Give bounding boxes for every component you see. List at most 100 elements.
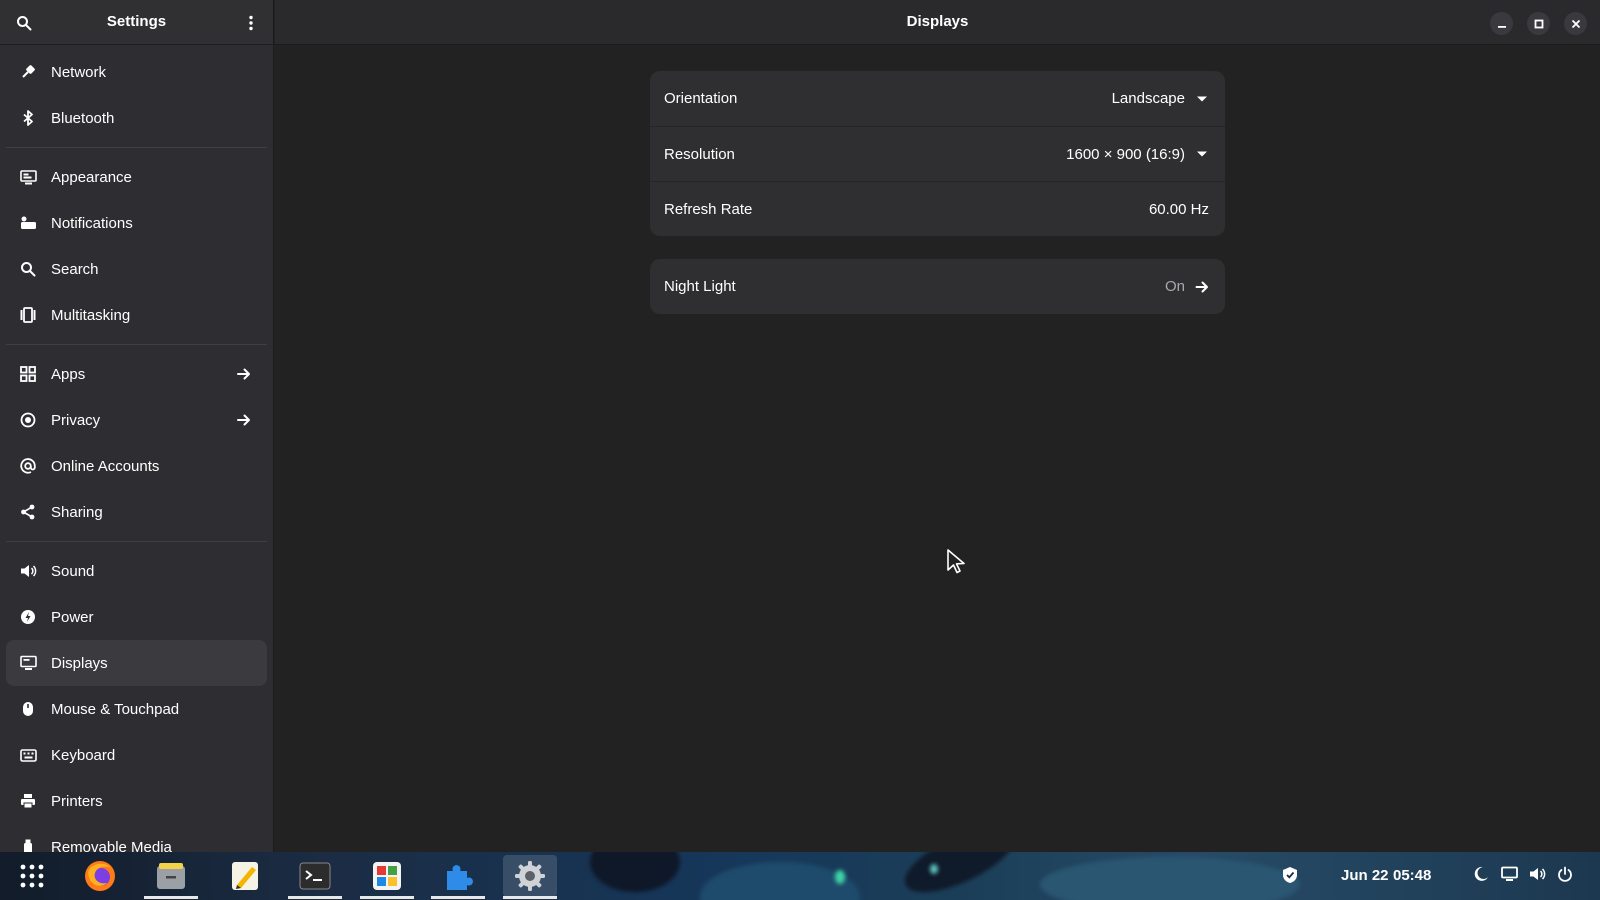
arrow-right-icon [1195, 280, 1209, 294]
sidebar: Settings Network Bluetooth Appearance Notif… [0, 0, 274, 852]
settings-gear-icon [515, 861, 545, 891]
sidebar-item-sound[interactable]: Sound [6, 548, 267, 594]
sidebar-title: Settings [106, 13, 167, 30]
resolution-row[interactable]: Resolution 1600 × 900 (16:9) [650, 126, 1225, 181]
taskbar-software[interactable] [360, 855, 414, 899]
volume-icon [1530, 868, 1546, 880]
refresh-rate-value: 60.00 Hz [1148, 200, 1209, 218]
sidebar-separator [6, 541, 267, 542]
close-button[interactable] [1564, 12, 1587, 35]
resolution-dropdown[interactable]: 1600 × 900 (16:9) [1066, 146, 1209, 163]
sidebar-item-keyboard[interactable]: Keyboard [6, 732, 267, 778]
network-icon [19, 63, 37, 81]
sidebar-item-online-accounts[interactable]: Online Accounts [6, 443, 267, 489]
sidebar-item-sharing[interactable]: Sharing [6, 489, 267, 535]
running-indicator [503, 896, 557, 899]
sidebar-item-displays[interactable]: Displays [6, 640, 267, 686]
taskbar-settings[interactable] [503, 855, 557, 899]
main-menu-button[interactable] [237, 9, 265, 37]
files-icon [157, 863, 185, 889]
kebab-menu-icon [249, 15, 253, 31]
clock-date[interactable]: Jun 22 [1341, 867, 1389, 884]
extensions-icon [447, 865, 473, 890]
night-light-card: Night Light On [650, 259, 1225, 314]
maximize-icon [1534, 19, 1543, 28]
sidebar-item-label: Removable Media [51, 838, 172, 853]
privacy-icon [19, 411, 37, 429]
close-icon [1571, 19, 1580, 28]
vpn-shield-status[interactable] [1282, 866, 1298, 884]
orientation-row[interactable]: Orientation Landscape [650, 71, 1225, 126]
sidebar-separator [6, 147, 267, 148]
taskbar: Jun 22 05:48 [0, 852, 1600, 900]
power-icon [19, 608, 37, 626]
sidebar-item-label: Printers [51, 792, 103, 810]
sidebar-item-label: Power [51, 608, 94, 626]
sidebar-item-notifications[interactable]: Notifications [6, 200, 267, 246]
sidebar-item-label: Notifications [51, 214, 133, 232]
keyboard-icon [19, 746, 37, 764]
taskbar-text-editor[interactable] [218, 855, 272, 897]
sidebar-item-label: Mouse & Touchpad [51, 700, 180, 718]
taskbar-terminal[interactable] [288, 855, 342, 899]
sidebar-item-removable-media[interactable]: Removable Media [6, 824, 267, 852]
sidebar-item-power[interactable]: Power [6, 594, 267, 640]
software-icon [373, 862, 401, 890]
orientation-label: Orientation [664, 90, 738, 107]
power-menu[interactable] [1557, 866, 1573, 882]
clock-time[interactable]: 05:48 [1393, 867, 1431, 884]
sidebar-item-network[interactable]: Network [6, 49, 267, 95]
sidebar-item-label: Sound [51, 562, 95, 580]
maximize-button[interactable] [1527, 12, 1550, 35]
removable-media-icon [19, 838, 37, 852]
running-indicator [360, 896, 414, 899]
sidebar-list: Network Bluetooth Appearance Notifications S… [0, 45, 273, 852]
running-indicator [288, 896, 342, 899]
orientation-value: Landscape [1111, 90, 1185, 107]
monitor-icon [1501, 866, 1518, 881]
night-light-status: On [1165, 278, 1209, 295]
sidebar-item-apps[interactable]: Apps [6, 351, 267, 397]
night-light-value: On [1164, 278, 1185, 295]
sidebar-item-label: Keyboard [51, 746, 116, 764]
sidebar-item-printers[interactable]: Printers [6, 778, 267, 824]
page-title: Displays [906, 13, 969, 30]
notifications-icon [19, 214, 37, 232]
sidebar-item-label: Bluetooth [51, 109, 115, 127]
terminal-icon [299, 862, 331, 890]
orientation-dropdown[interactable]: Landscape [1112, 90, 1209, 107]
sidebar-item-appearance[interactable]: Appearance [6, 154, 267, 200]
chevron-down-icon [1195, 147, 1209, 161]
minimize-icon [1497, 25, 1506, 28]
volume-indicator[interactable] [1529, 866, 1546, 882]
sidebar-item-label: Online Accounts [51, 457, 160, 475]
refresh-rate-row[interactable]: Refresh Rate 60.00 Hz [650, 181, 1225, 236]
sidebar-group: Appearance Notifications Search Multitaskin… [0, 154, 273, 338]
search-icon [19, 260, 37, 278]
sidebar-item-mouse-and-touchpad[interactable]: Mouse & Touchpad [6, 686, 267, 732]
sound-icon [19, 562, 37, 580]
night-light-label: Night Light [664, 278, 736, 295]
appearance-icon [19, 168, 37, 186]
taskbar-files[interactable] [144, 855, 198, 899]
displays-icon [19, 654, 37, 672]
taskbar-extensions[interactable] [431, 855, 485, 899]
sidebar-item-label: Multitasking [51, 306, 131, 324]
sidebar-group: Apps Privacy Online Accounts Sharing [0, 351, 273, 535]
sidebar-item-multitasking[interactable]: Multitasking [6, 292, 267, 338]
sidebar-item-bluetooth[interactable]: Bluetooth [6, 95, 267, 141]
sidebar-item-search[interactable]: Search [6, 246, 267, 292]
night-light-indicator[interactable] [1473, 866, 1489, 882]
taskbar-app-grid[interactable] [5, 855, 59, 897]
night-light-row[interactable]: Night Light On [650, 259, 1225, 314]
minimize-button[interactable] [1490, 12, 1513, 35]
taskbar-firefox[interactable] [73, 855, 127, 897]
moon-icon [1474, 866, 1488, 881]
sidebar-item-label: Displays [51, 654, 108, 672]
display-indicator[interactable] [1501, 866, 1518, 882]
display-settings-card: Orientation Landscape Resolution 1600 × … [650, 71, 1225, 236]
sidebar-item-privacy[interactable]: Privacy [6, 397, 267, 443]
bluetooth-icon [19, 109, 37, 127]
shield-icon [1283, 867, 1297, 883]
sharing-icon [19, 503, 37, 521]
